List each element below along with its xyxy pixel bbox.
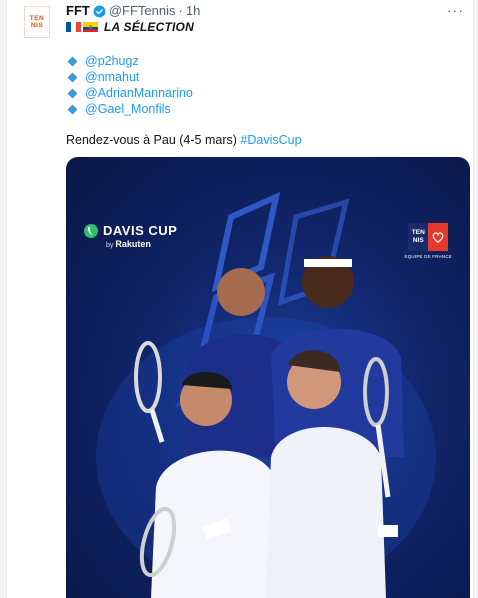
hashtag-link[interactable]: #DavisCup	[240, 133, 301, 147]
tennis-badge-bottom: NIS	[412, 237, 424, 244]
davis-cup-logo: DAVIS CUP by Rakuten	[84, 223, 177, 249]
left-frame-border	[0, 0, 7, 598]
selection-line: LA SÉLECTION	[66, 19, 194, 35]
ecuador-flag-icon	[83, 22, 98, 32]
list-item: @AdrianMannarino	[66, 85, 193, 101]
author-name[interactable]: FFT	[66, 3, 90, 19]
list-item: @Gael_Monfils	[66, 101, 193, 117]
diamond-bullet-icon	[67, 56, 78, 66]
mentions-list: @p2hugz @nmahut @AdrianMannarino @Gael_M…	[66, 53, 193, 117]
tennis-badge-caption: EQUIPE DE FRANCE	[404, 254, 452, 259]
body-text: Rendez-vous à Pau (4-5 mars)	[66, 133, 237, 147]
mention-link[interactable]: @Gael_Monfils	[85, 102, 171, 116]
rooster-heart-icon	[428, 223, 449, 251]
avatar[interactable]: TEN NIS	[24, 6, 50, 38]
davis-cup-by: by	[106, 242, 114, 249]
davis-cup-title: DAVIS CUP	[103, 223, 178, 238]
right-frame-border	[473, 0, 478, 598]
selection-label: LA SÉLECTION	[104, 20, 194, 34]
separator-dot: ·	[178, 3, 183, 18]
davis-cup-emblem-icon	[84, 223, 98, 238]
avatar-text-bottom: NIS	[30, 22, 44, 29]
davis-cup-sponsor-line: by Rakuten	[106, 239, 177, 249]
tennis-badge-top: TEN	[411, 229, 425, 236]
tweet-header: FFT @FFTennis · 1h	[66, 3, 200, 19]
mention-link[interactable]: @nmahut	[85, 70, 139, 84]
diamond-bullet-icon	[67, 72, 78, 82]
author-handle[interactable]: @FFTennis	[109, 3, 176, 19]
davis-cup-sponsor: Rakuten	[115, 239, 151, 249]
france-flag-icon	[66, 22, 81, 32]
diamond-bullet-icon	[67, 88, 78, 98]
tweet-body: Rendez-vous à Pau (4-5 mars) #DavisCup	[66, 132, 302, 148]
mention-link[interactable]: @AdrianMannarino	[85, 86, 193, 100]
fft-tennis-badge: TEN NIS EQUIPE DE FRANCE	[405, 223, 452, 259]
mention-link[interactable]: @p2hugz	[85, 54, 139, 68]
tennis-badge-text: TEN NIS	[408, 223, 429, 251]
avatar-text-top: TEN	[29, 15, 45, 22]
verified-badge-icon	[93, 5, 106, 17]
tweet-timestamp[interactable]: 1h	[186, 3, 200, 19]
list-item: @nmahut	[66, 69, 193, 85]
list-item: @p2hugz	[66, 53, 193, 69]
more-options-icon[interactable]: ···	[447, 2, 464, 18]
diamond-bullet-icon	[67, 104, 78, 114]
tweet-media-image[interactable]: DAVIS CUP by Rakuten TEN NIS EQUIPE DE F…	[66, 157, 470, 598]
